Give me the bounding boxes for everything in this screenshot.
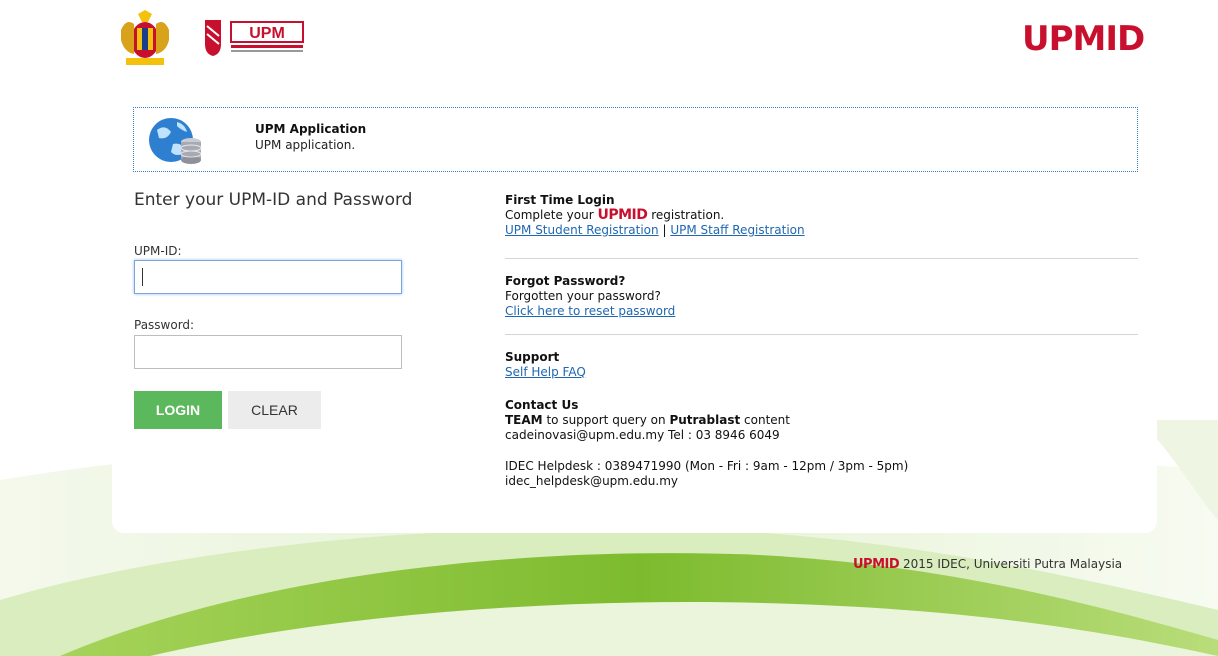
first-time-title: First Time Login [505, 193, 615, 207]
clear-button[interactable]: CLEAR [228, 391, 321, 429]
password-label: Password: [134, 318, 195, 332]
upmid-label: UPM-ID: [134, 244, 182, 258]
forgot-password-section: Forgot Password? Forgotten your password… [505, 274, 675, 319]
app-title: UPM Application [255, 122, 367, 136]
first-time-text-after: registration. [651, 208, 725, 222]
helpdesk-info: IDEC Helpdesk : 0389471990 (Mon - Fri : … [505, 459, 909, 473]
support-section: Support Self Help FAQ [505, 350, 586, 380]
team-label: TEAM [505, 413, 543, 427]
upm-logo-text: UPM [249, 25, 285, 42]
helpdesk-email: idec_helpdesk@upm.edu.my [505, 474, 679, 488]
team-text-end: content [744, 413, 790, 427]
putrablast-label: Putrablast [669, 413, 741, 427]
contact-team-line: TEAM to support query on Putrablast cont… [505, 413, 908, 428]
jata-negara-logo [121, 10, 169, 65]
forgot-title: Forgot Password? [505, 274, 626, 288]
globe-database-icon [149, 118, 202, 164]
support-title: Support [505, 350, 560, 364]
first-time-text-before: Complete your [505, 208, 594, 222]
student-registration-link[interactable]: UPM Student Registration [505, 223, 659, 237]
footer-upmid-logo: UPMID [853, 557, 900, 572]
staff-registration-link[interactable]: UPM Staff Registration [670, 223, 804, 237]
reset-password-link[interactable]: Click here to reset password [505, 304, 675, 318]
login-heading: Enter your UPM-ID and Password [134, 190, 413, 210]
section-divider [505, 258, 1138, 259]
contact-section: Contact Us TEAM to support query on Putr… [505, 398, 908, 489]
team-text: to support query on [546, 413, 666, 427]
password-input[interactable] [134, 335, 402, 369]
link-separator: | [662, 223, 667, 237]
app-description: UPM application. [255, 138, 356, 152]
upmid-input[interactable] [134, 260, 402, 294]
forgot-text: Forgotten your password? [505, 289, 661, 303]
first-time-text: Complete your UPMID registration. [505, 208, 805, 223]
first-time-login-section: First Time Login Complete your UPMID reg… [505, 193, 805, 238]
application-info-box: UPM Application UPM application. [133, 107, 1138, 172]
upmid-inline-logo: UPMID [597, 207, 648, 223]
contact-title: Contact Us [505, 398, 579, 412]
footer: UPMID 2015 IDEC, Universiti Putra Malays… [853, 557, 1122, 572]
upm-university-logo: UPM [203, 16, 305, 58]
footer-copyright: 2015 IDEC, Universiti Putra Malaysia [902, 557, 1123, 571]
login-button[interactable]: LOGIN [134, 391, 222, 429]
upmid-brand-logo: UPMID [1022, 19, 1145, 59]
section-divider [505, 334, 1138, 335]
self-help-faq-link[interactable]: Self Help FAQ [505, 365, 586, 379]
contact-email-phone: cadeinovasi@upm.edu.my Tel : 03 8946 604… [505, 428, 780, 442]
text-caret [142, 268, 143, 286]
registration-links: UPM Student Registration | UPM Staff Reg… [505, 223, 805, 238]
